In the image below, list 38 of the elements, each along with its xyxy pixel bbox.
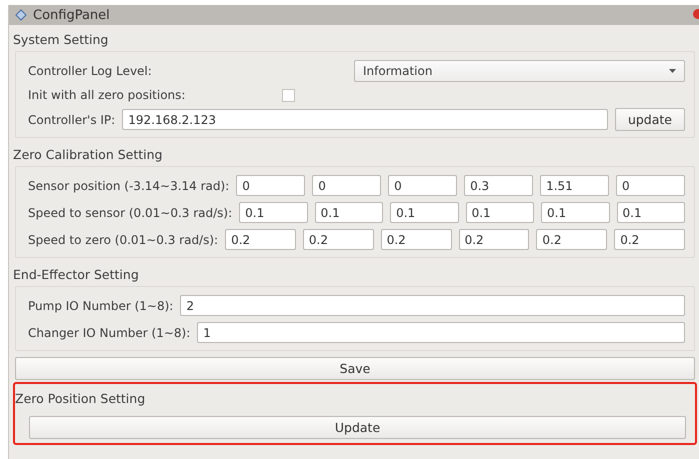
input-field[interactable]: 0 [388,175,458,196]
input-field[interactable]: 0.1 [314,202,384,223]
field-label: Speed to sensor (0.01~0.3 rad/s): [28,206,232,220]
log-level-dropdown[interactable]: Information [354,60,685,82]
input-field[interactable]: 0.1 [390,202,459,223]
field-label: Sensor position (-3.14~3.14 rad): [28,178,230,192]
input-field[interactable]: 0.1 [466,202,534,223]
input-field[interactable]: 0.2 [302,229,374,250]
input-field[interactable]: 0.2 [536,229,608,250]
group-title: Zero Position Setting [15,390,146,408]
field-label: Controller's IP: [28,112,116,126]
input-field[interactable]: 0 [616,175,685,196]
input-field[interactable]: 0.2 [458,229,530,250]
field-label: Controller Log Level: [28,64,152,78]
input-field[interactable]: 0.1 [239,202,308,223]
input-field[interactable]: 2 [180,295,685,316]
input-field[interactable]: 0 [312,175,382,196]
input-field[interactable]: 0.3 [464,175,534,196]
field-label: Changer IO Number (1~8): [28,326,190,340]
input-field[interactable]: 0.1 [541,202,610,223]
input-field[interactable]: 0.2 [614,229,686,250]
input-field[interactable]: 0.2 [380,229,452,250]
update-button[interactable]: Update [29,416,686,439]
group-title: Zero Calibration Setting [13,146,164,164]
save-button[interactable]: Save [15,357,695,380]
field-label: Speed to zero (0.01~0.3 rad/s): [28,232,218,246]
input-field[interactable]: 0.2 [225,229,296,250]
input-field[interactable]: 0.1 [616,202,685,223]
ip-input-field[interactable]: 192.168.2.123 [122,109,608,130]
update-button[interactable]: update [614,108,685,131]
input-field[interactable]: 0 [236,175,306,196]
field-label: Pump IO Number (1~8): [28,298,174,312]
window-title: ConfigPanel [33,8,110,22]
input-field[interactable]: 1 [197,322,685,343]
input-field[interactable]: 1.51 [540,175,610,196]
field-label: Init with all zero positions: [28,88,186,102]
group-title: End-Effector Setting [13,266,140,284]
group-title: System Setting [13,31,110,49]
